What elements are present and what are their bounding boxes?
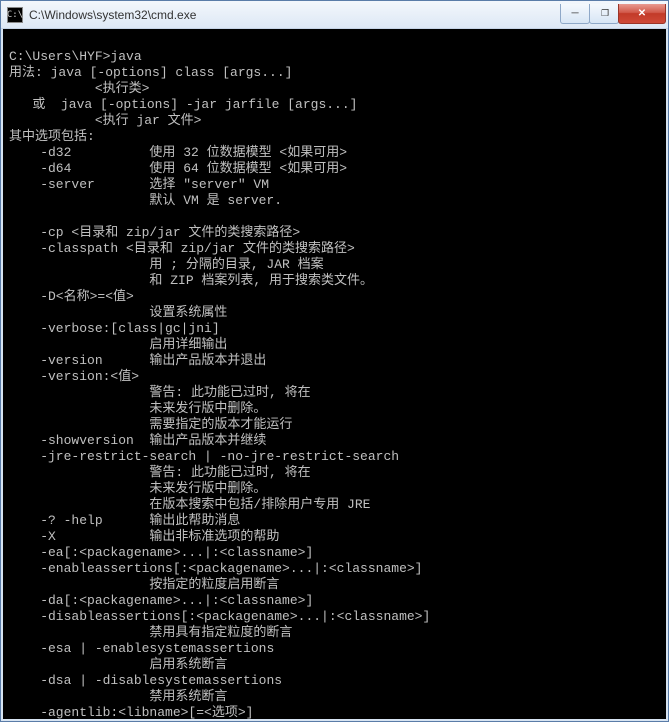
window-title: C:\Windows\system32\cmd.exe <box>29 8 561 22</box>
close-button[interactable]: ✕ <box>618 4 666 24</box>
minimize-button[interactable]: ─ <box>560 4 590 24</box>
minimize-icon: ─ <box>571 8 578 19</box>
cmd-window: C:\ C:\Windows\system32\cmd.exe ─ ❐ ✕ C:… <box>0 0 669 722</box>
restore-button[interactable]: ❐ <box>589 4 619 24</box>
app-icon: C:\ <box>7 7 23 23</box>
titlebar[interactable]: C:\ C:\Windows\system32\cmd.exe ─ ❐ ✕ <box>1 1 668 29</box>
window-controls: ─ ❐ ✕ <box>561 4 666 24</box>
terminal-output[interactable]: C:\Users\HYF>java 用法: java [-options] cl… <box>1 29 668 721</box>
close-icon: ✕ <box>638 8 646 19</box>
restore-icon: ❐ <box>601 8 607 19</box>
